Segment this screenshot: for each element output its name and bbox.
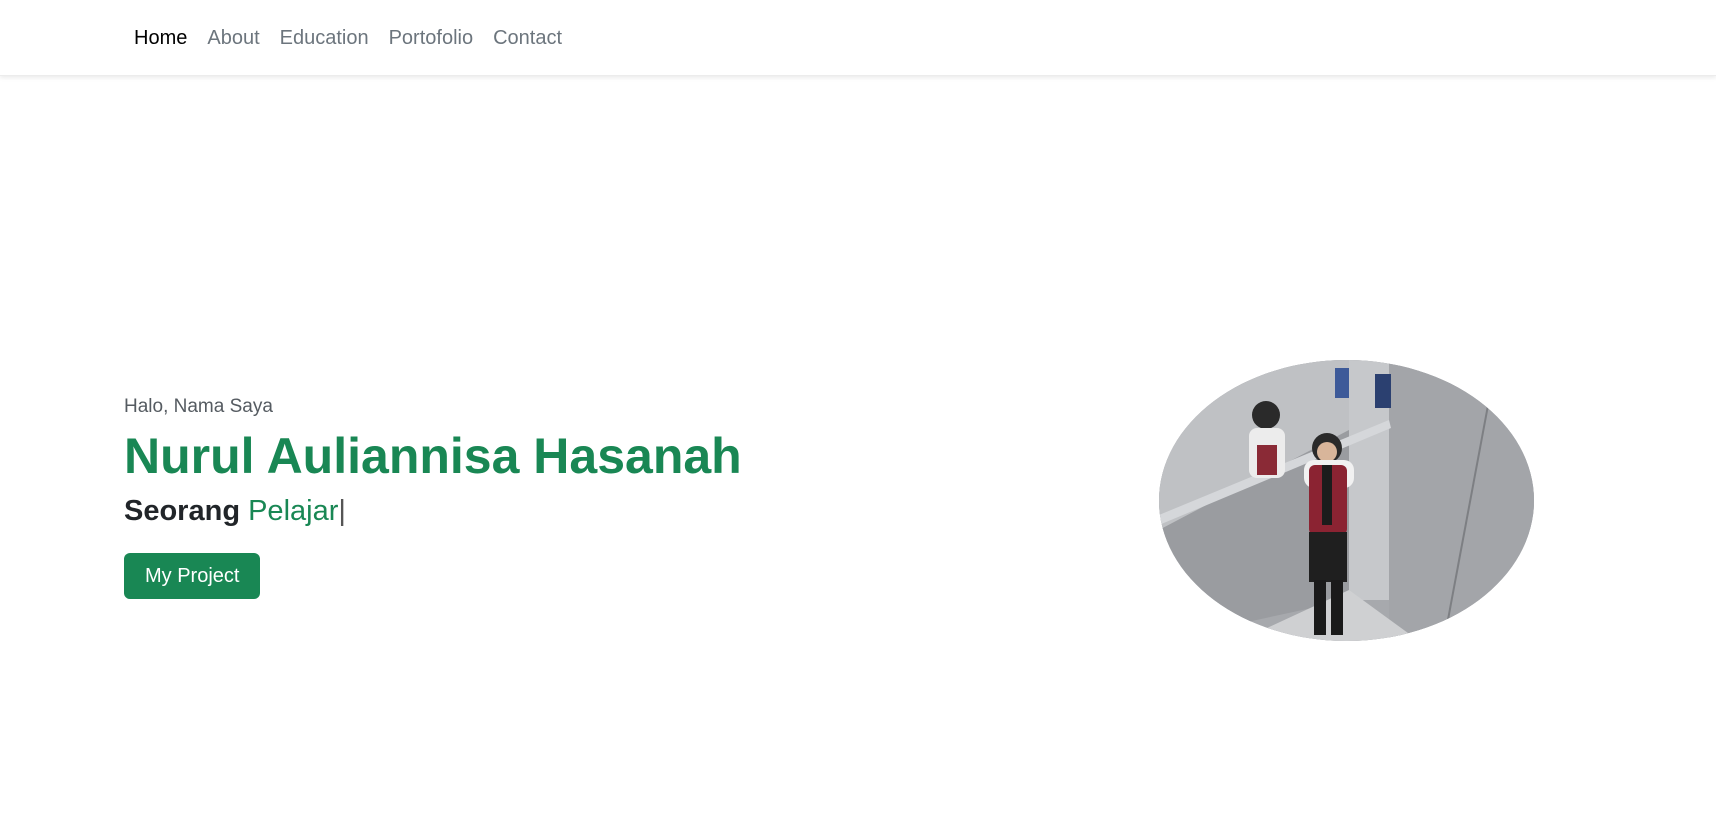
nav-item-education: Education	[270, 19, 379, 58]
role-prefix: Seorang	[124, 495, 241, 527]
navbar: Home About Education Portofolio Contact	[0, 0, 1716, 76]
profile-photo	[1159, 360, 1534, 641]
profile-photo-image	[1159, 360, 1534, 641]
nav-item-about: About	[197, 19, 269, 58]
nav-list: Home About Education Portofolio Contact	[124, 0, 572, 76]
nav-link-home[interactable]: Home	[124, 19, 197, 58]
typing-cursor: |	[338, 495, 346, 527]
nav-link-about[interactable]: About	[197, 19, 269, 58]
hero-name: Nurul Auliannisa Hasanah	[124, 428, 742, 484]
my-project-button[interactable]: My Project	[124, 553, 261, 599]
role-highlight: Pelajar	[248, 495, 339, 527]
nav-item-home: Home	[124, 19, 197, 58]
nav-link-contact[interactable]: Contact	[483, 19, 572, 58]
nav-link-education[interactable]: Education	[270, 19, 379, 58]
nav-item-contact: Contact	[483, 19, 572, 58]
hero-greeting: Halo, Nama Saya	[124, 396, 273, 417]
hero-role: Seorang Pelajar|	[124, 491, 742, 531]
nav-link-portofolio[interactable]: Portofolio	[379, 19, 484, 58]
hero-section: Halo, Nama Saya Nurul Auliannisa Hasanah…	[124, 395, 742, 599]
nav-item-portofolio: Portofolio	[379, 19, 484, 58]
